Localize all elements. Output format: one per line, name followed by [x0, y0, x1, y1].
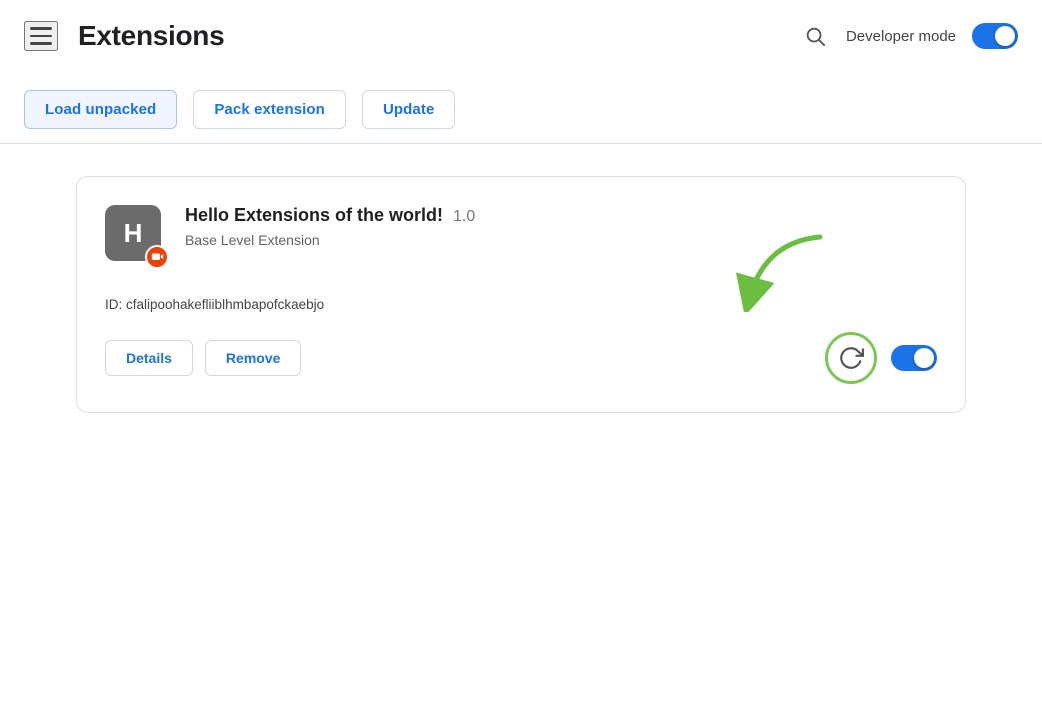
extension-description: Base Level Extension	[185, 232, 937, 248]
main-content: H Hello Extensions of the world! 1.0 Bas…	[0, 144, 1042, 445]
record-icon	[151, 251, 164, 264]
header: Extensions Developer mode	[0, 0, 1042, 72]
remove-button[interactable]: Remove	[205, 340, 301, 376]
card-actions-left: Details Remove	[105, 340, 301, 376]
header-right: Developer mode	[800, 21, 1018, 51]
card-actions-right	[825, 332, 937, 384]
extension-name: Hello Extensions of the world!	[185, 205, 443, 226]
toolbar: Load unpacked Pack extension Update	[0, 72, 1042, 143]
update-button[interactable]: Update	[362, 90, 455, 129]
reload-button-wrap	[825, 332, 877, 384]
load-unpacked-button[interactable]: Load unpacked	[24, 90, 177, 129]
extension-card: H Hello Extensions of the world! 1.0 Bas…	[76, 176, 966, 413]
extension-version: 1.0	[453, 208, 475, 226]
page-title: Extensions	[78, 20, 224, 52]
extension-id: ID: cfalipoohakefliiblhmbapofckaebjo	[105, 297, 937, 312]
extension-info: Hello Extensions of the world! 1.0 Base …	[185, 205, 937, 248]
hamburger-button[interactable]	[24, 21, 58, 51]
ext-name-row: Hello Extensions of the world! 1.0	[185, 205, 937, 226]
extension-badge	[145, 245, 169, 269]
header-left: Extensions	[24, 20, 224, 52]
extension-icon-wrap: H	[105, 205, 165, 265]
card-top: H Hello Extensions of the world! 1.0 Bas…	[105, 205, 937, 265]
card-bottom: Details Remove	[105, 332, 937, 384]
search-button[interactable]	[800, 21, 830, 51]
reload-button[interactable]	[825, 332, 877, 384]
extension-toggle[interactable]	[891, 345, 937, 371]
pack-extension-button[interactable]: Pack extension	[193, 90, 346, 129]
details-button[interactable]: Details	[105, 340, 193, 376]
dev-mode-label: Developer mode	[846, 28, 956, 45]
search-icon	[804, 25, 826, 47]
reload-icon	[838, 345, 864, 371]
developer-mode-toggle[interactable]	[972, 23, 1018, 49]
